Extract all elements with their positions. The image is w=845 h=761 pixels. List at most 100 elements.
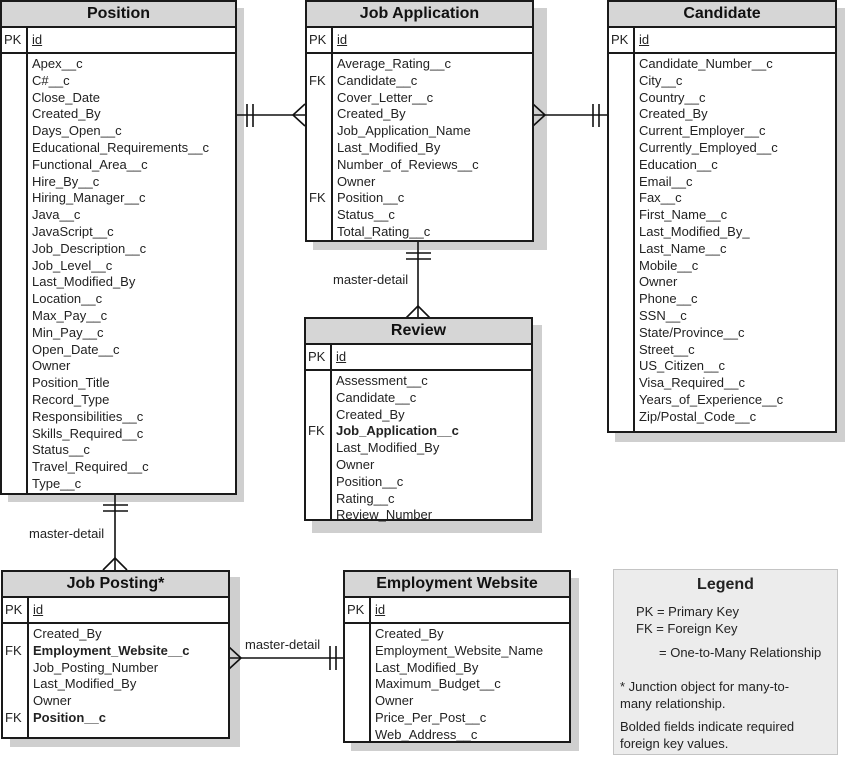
field-name: Java__c [32,207,81,223]
field-row: Web_Address__c [375,727,543,744]
field-row: Responsibilities__c [32,409,209,426]
field-row: US_Citizen__c [639,358,783,375]
field-row: Created_By [337,106,479,123]
field-name: Min_Pay__c [32,324,104,340]
field-row: Assessment__c [336,373,459,390]
primary-key-row: PK id [345,598,569,624]
field-name: Job_Level__c [32,257,113,273]
field-row: Owner [336,457,459,474]
field-name: Owner [32,358,71,374]
field-name: Zip/Postal_Code__c [639,408,757,424]
pk-label: PK [306,345,332,369]
field-row: Education__c [639,157,783,174]
field-name: Last_Modified_By [33,676,137,692]
pk-field-name: id [32,32,43,47]
entity-position[interactable]: Position PK id Apex__c C#__c Close_Date Create… [0,0,237,495]
field-name: Last_Modified_By_ [639,223,750,239]
field-row: JavaScript__c [32,224,209,241]
entity-title: Candidate [609,2,835,28]
field-section: Average_Rating__c FK Candidate__c Cover_Let… [307,54,532,240]
field-row: Candidate__c [336,390,459,407]
field-name: State/Province__c [639,324,745,340]
field-name: JavaScript__c [32,223,114,239]
entity-job-posting[interactable]: Job Posting* PK id Created_By FK Employment_W… [1,570,230,739]
entity-review[interactable]: Review PK id Assessment__c Candidate__c Creat… [304,317,533,523]
field-name: Years_of_Experience__c [639,391,784,407]
field-name: Employment_Website_Name [375,642,544,658]
field-name: Created_By [337,106,406,122]
legend-bold-note: Bolded fields indicate required foreign … [620,719,795,751]
field-name: Apex__c [32,56,83,71]
field-name: C#__c [32,72,70,88]
field-name: Position__c [337,190,405,206]
field-name: Created_By [375,626,444,641]
primary-key-row: PK id [609,28,835,54]
field-row: FK Job_Application__c [308,423,459,440]
field-name: Candidate_Number__c [639,56,773,71]
pk-label: PK [307,28,333,52]
primary-key-row: PK id [306,345,531,371]
field-row: Created_By [375,626,543,643]
field-name: Educational_Requirements__c [32,139,210,155]
field-name: Assessment__c [336,373,428,388]
key-column [306,371,332,519]
entity-candidate[interactable]: Candidate PK id Candidate_Number__c City__c C… [607,0,837,433]
field-key: FK [5,642,22,658]
primary-key-row: PK id [307,28,532,54]
field-row: Min_Pay__c [32,325,209,342]
pk-field-name: id [375,602,386,617]
field-name: Travel_Required__c [32,459,149,475]
field-row: FK Position__c [5,710,190,727]
relationship-label-employment-website-job-posting: master-detail [245,637,321,652]
field-row: Phone__c [639,291,783,308]
field-row: Owner [639,274,783,291]
field-row: Owner [375,693,543,710]
legend-fk: FK = Foreign Key [636,621,738,636]
key-column [2,54,28,493]
field-row: Cover_Letter__c [337,90,479,107]
field-name: Total_Rating__c [337,223,431,239]
primary-key-row: PK id [2,28,235,54]
field-name: Status__c [32,442,90,458]
field-name: Job_Application_Name [337,123,471,139]
field-row: Street__c [639,342,783,359]
field-name: Review_Number [336,507,433,523]
field-key: FK [309,190,326,206]
field-row: Candidate_Number__c [639,56,783,73]
field-name: Rating__c [336,490,395,506]
pk-field-name: id [639,32,650,47]
field-name: US_Citizen__c [639,358,725,374]
field-row: Mobile__c [639,258,783,275]
field-row: City__c [639,73,783,90]
field-row: Last_Modified_By [32,274,209,291]
entity-employment-website[interactable]: Employment Website PK id Created_By Employme… [343,570,571,743]
field-list: Created_By Employment_Website_Name Last_Mo… [345,624,544,744]
field-section: Created_By Employment_Website_Name Last_Mo… [345,624,569,744]
field-row: Days_Open__c [32,123,209,140]
field-row: State/Province__c [639,325,783,342]
field-section: Apex__c C#__c Close_Date Created_By Days_Ope… [2,54,235,493]
field-row: Functional_Area__c [32,157,209,174]
field-row: Price_Per_Post__c [375,710,543,727]
field-row: Email__c [639,174,783,191]
field-row: Position_Title [32,375,209,392]
field-name: Last_Modified_By [336,440,440,456]
field-name: Currently_Employed__c [639,139,778,155]
field-row: Skills_Required__c [32,426,209,443]
field-list: Apex__c C#__c Close_Date Created_By Days_Ope… [2,54,209,493]
field-name: Close_Date [32,89,100,105]
field-name: Maximum_Budget__c [375,676,501,692]
field-name: Web_Address__c [375,726,478,742]
entity-title: Position [2,2,235,28]
field-row: Hiring_Manager__c [32,190,209,207]
field-name: Responsibilities__c [32,408,144,424]
entity-job-application[interactable]: Job Application PK id Average_Rating__c FK Ca… [305,0,534,242]
relationship-job-application-review [405,241,431,319]
field-name: Owner [33,693,72,709]
field-name: Job_Description__c [32,240,147,256]
field-row: Status__c [337,207,479,224]
relationship-position-job-application [236,103,306,127]
field-name: Status__c [337,207,395,223]
field-row: Last_Modified_By [337,140,479,157]
field-row: Number_of_Reviews__c [337,157,479,174]
